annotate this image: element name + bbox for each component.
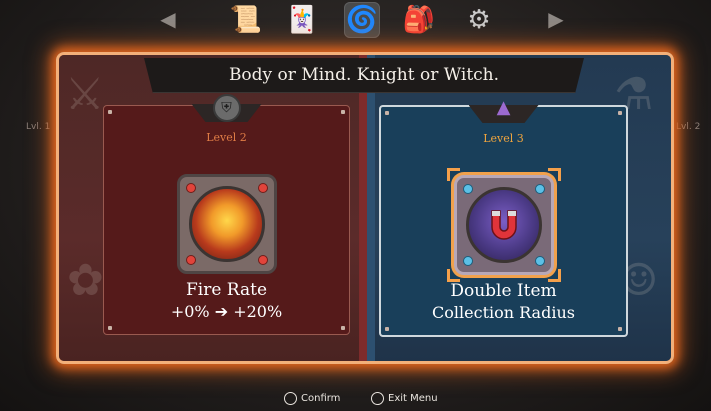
scroll-map-icon: 📜: [229, 5, 263, 35]
swirl-doodle-icon: ✿: [67, 255, 104, 306]
collection-radius-title-line2: Collection Radius: [432, 303, 575, 322]
circle-button-icon: [284, 392, 297, 405]
knight-doodle-icon: ⚔: [65, 69, 105, 120]
selection-bracket: [547, 168, 561, 181]
swirl-icon: 🌀: [345, 5, 379, 35]
corner-dot: [108, 110, 112, 114]
magnet-glyph-icon: [490, 210, 517, 240]
fire-rate-icon-frame: [176, 174, 277, 274]
magnet-icon-frame: [446, 168, 561, 282]
stud: [185, 255, 196, 265]
collection-radius-title-line1: Double Item: [450, 281, 557, 301]
tab-settings[interactable]: ⚙: [461, 2, 497, 38]
witch-choice-card[interactable]: ▲ Level 3 Double Item Collection Radius: [379, 97, 628, 337]
corner-dot: [618, 111, 622, 115]
nav-next-arrow-icon[interactable]: ▶: [545, 8, 567, 30]
magnet-icon: [465, 187, 542, 263]
confirm-label: Confirm: [301, 393, 341, 404]
corner-dot: [618, 327, 622, 331]
tab-abilities[interactable]: 🌀: [344, 2, 380, 38]
backpack-icon: 🎒: [402, 5, 436, 35]
nav-prev-arrow-icon[interactable]: ◀: [157, 8, 179, 30]
confirm-hint[interactable]: Confirm: [284, 392, 340, 405]
stud: [257, 255, 268, 265]
knight-helmet-icon: ⛨: [212, 94, 241, 122]
circle-button-icon: [371, 392, 384, 405]
title-banner: Body or Mind. Knight or Witch.: [144, 58, 584, 93]
fire-orb-icon: [188, 186, 265, 262]
knight-choice-card[interactable]: ⛨ Level 2 Fire Rate +0% ➔ +20%: [103, 94, 350, 335]
side-level-left: Lvl. 1: [26, 122, 51, 132]
top-nav-bar: ◀ 📜 🃏 🌀 🎒 ⚙ ▶: [0, 0, 711, 40]
stud: [462, 184, 473, 194]
selection-bracket: [446, 168, 460, 181]
exit-menu-hint[interactable]: Exit Menu: [371, 392, 438, 405]
tab-inventory[interactable]: 🎒: [401, 2, 437, 38]
footer-hints: Confirm Exit Menu: [0, 392, 711, 411]
divider-right: [367, 55, 375, 361]
corner-dot: [385, 327, 389, 331]
stud: [534, 256, 545, 266]
corner-dot: [108, 326, 112, 330]
cards-icon: 🃏: [285, 5, 319, 35]
stud: [185, 183, 196, 193]
fire-rate-title: Fire Rate: [185, 280, 268, 300]
divider-left: [359, 55, 367, 361]
choice-panel: ⚔ ✿ ⚗ ☺ Body or Mind. Knight or Witch. ⛨…: [56, 52, 674, 364]
stud: [462, 256, 473, 266]
side-level-right: Lvl. 2: [676, 122, 701, 132]
fire-rate-change: +0% ➔ +20%: [170, 302, 283, 321]
corner-dot: [341, 326, 345, 330]
tab-cards[interactable]: 🃏: [284, 2, 320, 38]
tab-scroll[interactable]: 📜: [228, 2, 264, 38]
witch-hat-icon: ▲: [496, 96, 511, 118]
corner-dot: [341, 110, 345, 114]
knight-level-label: Level 2: [206, 131, 247, 144]
gear-icon: ⚙: [467, 5, 491, 35]
corner-dot: [385, 111, 389, 115]
stud: [257, 183, 268, 193]
stud: [534, 184, 545, 194]
exit-menu-label: Exit Menu: [388, 393, 438, 404]
witch-level-label: Level 3: [483, 132, 524, 145]
